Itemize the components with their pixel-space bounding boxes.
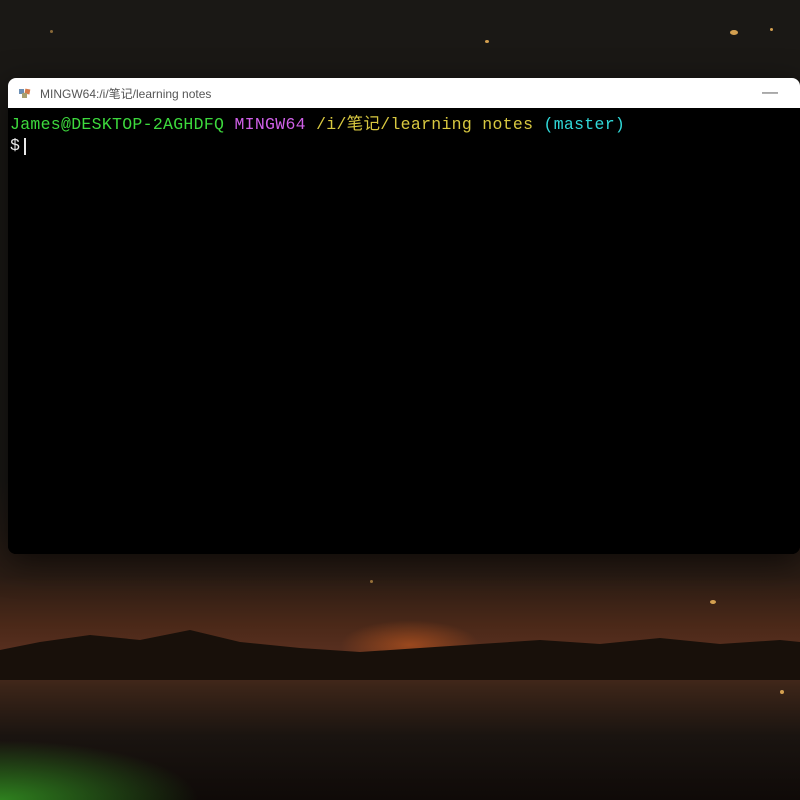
star-icon [370,580,373,583]
terminal-window: MINGW64:/i/笔记/learning notes — James@DES… [8,78,800,554]
star-icon [485,40,489,43]
prompt-user-host: James@DESKTOP-2AGHDFQ [10,115,224,134]
prompt-branch: (master) [544,115,626,134]
star-icon [780,690,784,694]
app-icon [18,86,32,100]
titlebar[interactable]: MINGW64:/i/笔记/learning notes — [8,78,800,108]
star-icon [770,28,773,31]
prompt-symbol: $ [10,136,20,155]
prompt-env: MINGW64 [234,115,305,134]
mountain-silhouette [0,600,800,680]
prompt-path: /i/笔记/learning notes [316,115,533,134]
foreground-glow [0,740,200,800]
terminal-body[interactable]: James@DESKTOP-2AGHDFQ MINGW64 /i/笔记/lear… [8,108,800,554]
minimize-button[interactable]: — [750,87,790,99]
star-icon [50,30,53,33]
star-icon [730,30,738,35]
prompt-line-1: James@DESKTOP-2AGHDFQ MINGW64 /i/笔记/lear… [10,114,798,135]
window-title: MINGW64:/i/笔记/learning notes [40,85,750,102]
prompt-line-2: $ [10,135,798,156]
cursor [24,138,26,155]
